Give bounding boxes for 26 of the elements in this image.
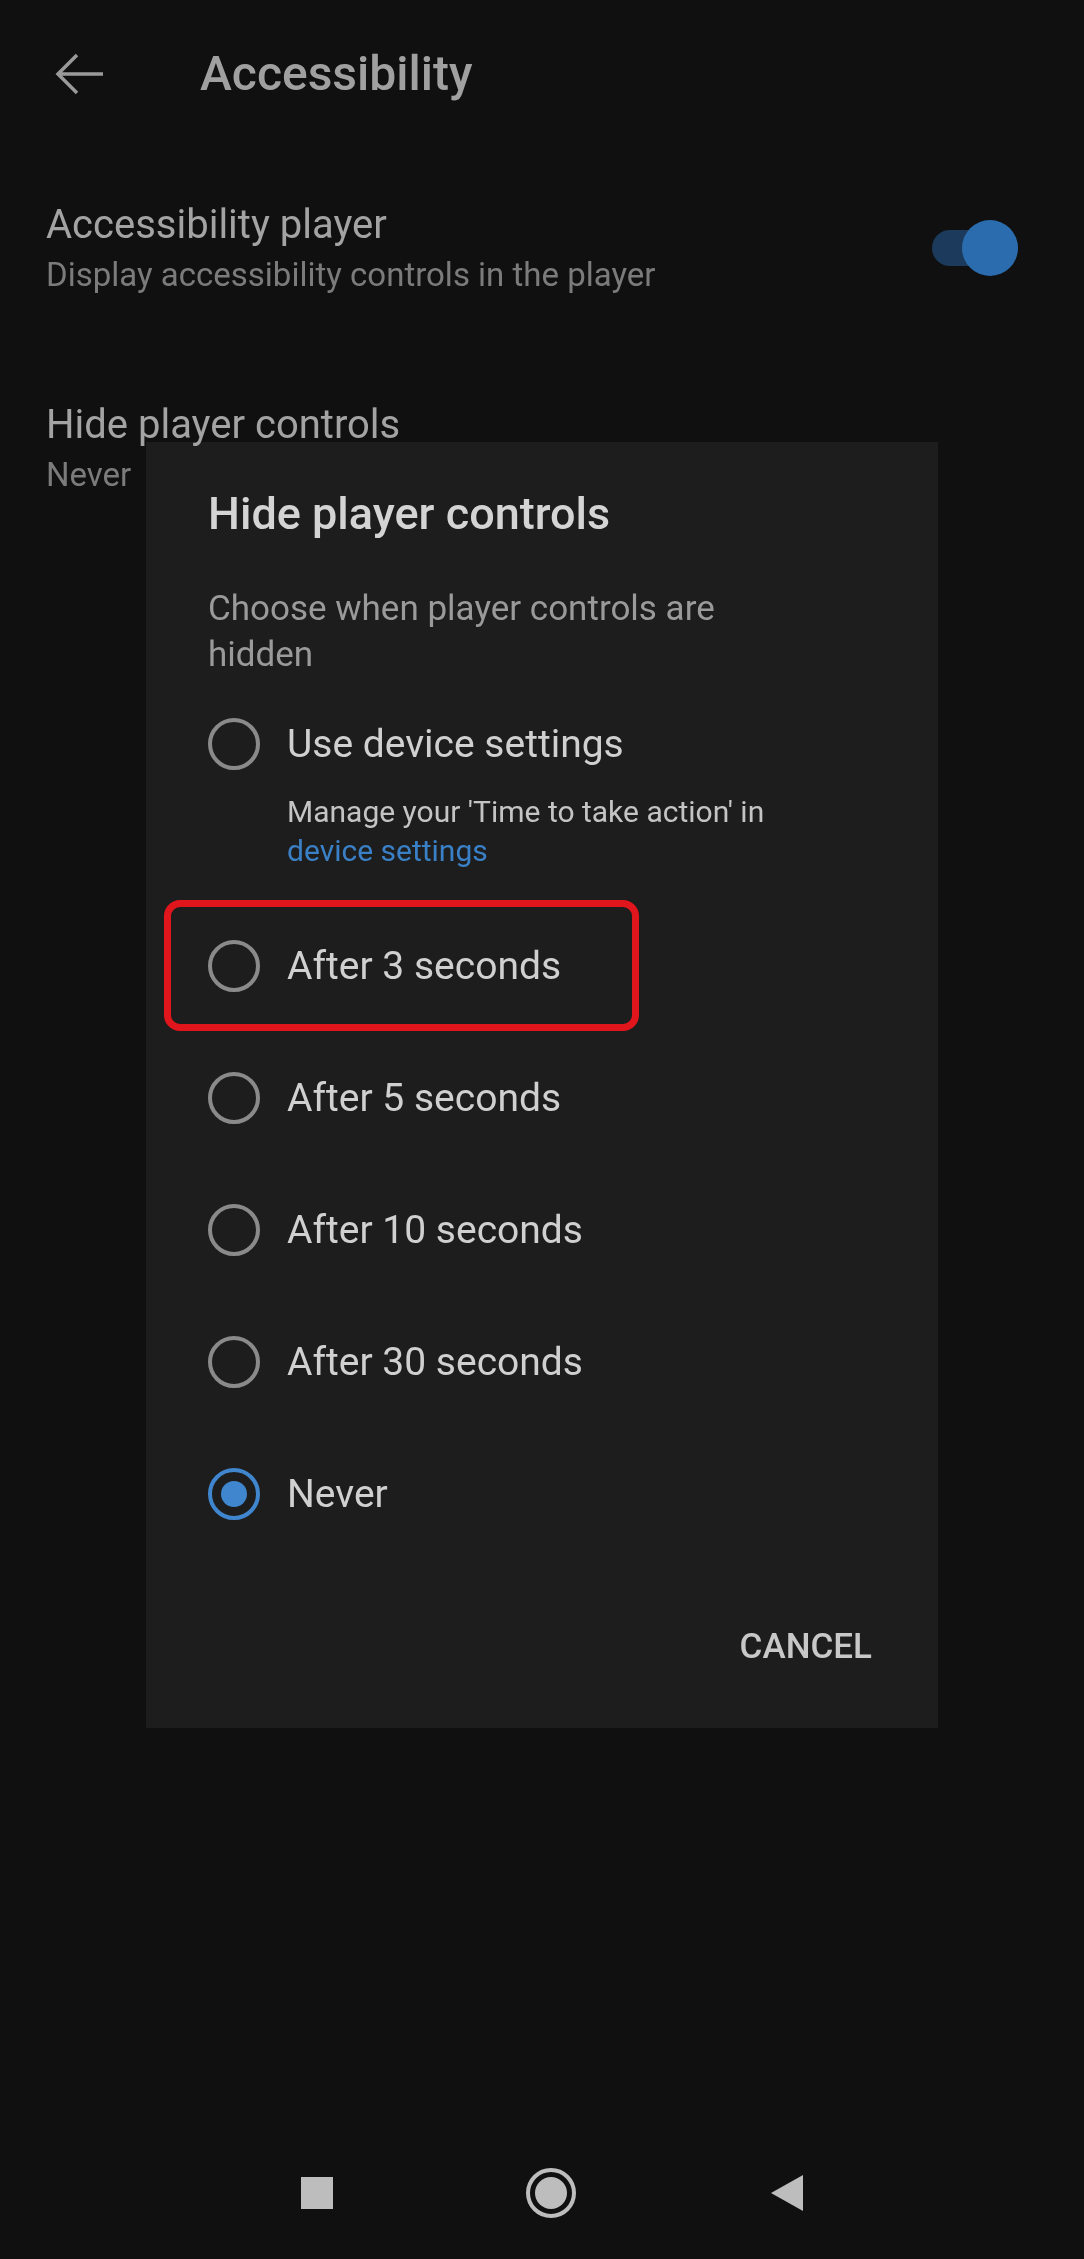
radio-button[interactable] [208, 1336, 260, 1388]
option-label[interactable]: After 30 seconds [287, 1332, 583, 1392]
back-arrow-icon[interactable] [55, 52, 105, 96]
dialog-title: Hide player controls [208, 486, 612, 542]
radio-button[interactable] [208, 718, 260, 770]
radio-button[interactable] [208, 1204, 260, 1256]
toggle-switch[interactable] [932, 220, 1018, 276]
dialog-description: Choose when player controls are hidden [208, 587, 716, 677]
back-icon[interactable] [771, 2175, 803, 2211]
radio-button[interactable] [208, 1468, 260, 1520]
setting-subtitle: Never [46, 454, 132, 496]
option-label[interactable]: After 5 seconds [287, 1068, 562, 1128]
cancel-button[interactable]: CANCEL [739, 1621, 872, 1671]
setting-subtitle: Display accessibility controls in the player [46, 254, 656, 296]
option-label[interactable]: After 3 seconds [287, 936, 562, 996]
radio-button[interactable] [208, 1072, 260, 1124]
option-label[interactable]: After 10 seconds [287, 1200, 583, 1260]
home-icon[interactable] [526, 2168, 576, 2218]
setting-title[interactable]: Hide player controls [46, 398, 401, 452]
device-settings-link[interactable]: device settings [287, 831, 872, 870]
option-label[interactable]: Never [287, 1464, 388, 1524]
radio-button[interactable] [208, 940, 260, 992]
setting-title[interactable]: Accessibility player [46, 198, 387, 252]
option-note: Manage your 'Time to take action' in [287, 793, 766, 831]
screen-title: Accessibility [200, 44, 473, 104]
option-label[interactable]: Use device settings [287, 714, 624, 774]
